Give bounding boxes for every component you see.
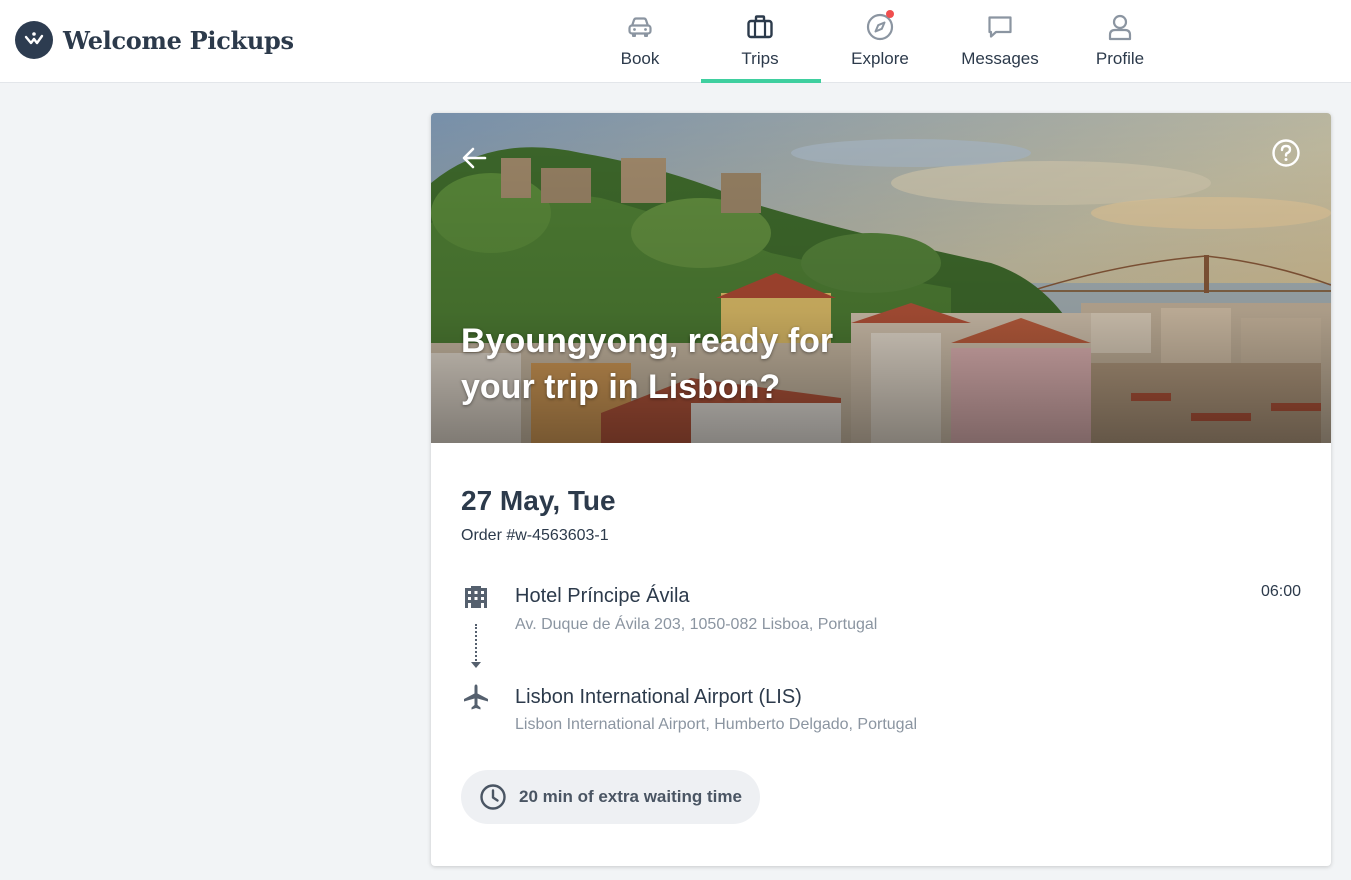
- notification-dot: [886, 10, 894, 18]
- main-nav: Book Trips Explore Messages Profile: [580, 0, 1180, 83]
- waiting-time-text: 20 min of extra waiting time: [519, 787, 742, 806]
- dropoff-name: Lisbon International Airport (LIS): [515, 686, 802, 708]
- order-number: Order #w-4563603-1: [461, 527, 609, 544]
- nav-label-messages: Messages: [961, 49, 1039, 68]
- chat-icon: [983, 10, 1017, 44]
- nav-item-messages[interactable]: Messages: [940, 0, 1060, 83]
- trip-date: 27 May, Tue: [461, 485, 616, 516]
- airplane-icon: [461, 682, 491, 712]
- help-icon[interactable]: [1271, 138, 1301, 168]
- welcome-pickups-logo-icon: [15, 21, 53, 59]
- pickup-time: 06:00: [1260, 583, 1301, 600]
- nav-item-explore[interactable]: Explore: [820, 0, 940, 83]
- route-connector: [475, 624, 477, 664]
- nav-item-trips[interactable]: Trips: [700, 0, 821, 83]
- nav-label-profile: Profile: [1095, 49, 1145, 68]
- user-icon: [1103, 10, 1137, 44]
- brand-name: Welcome Pickups: [63, 25, 294, 55]
- nav-label-explore: Explore: [851, 49, 909, 68]
- building-icon: [461, 583, 491, 613]
- car-icon: [623, 10, 657, 44]
- hero-banner: Byoungyong, ready for your trip in Lisbo…: [431, 113, 1331, 443]
- hero-title: Byoungyong, ready for your trip in Lisbo…: [461, 322, 834, 406]
- compass-icon: [863, 10, 897, 44]
- trip-card: Byoungyong, ready for your trip in Lisbo…: [431, 113, 1331, 866]
- briefcase-icon: [743, 10, 777, 44]
- nav-label-trips: Trips: [741, 49, 779, 68]
- dropoff-address: Lisbon International Airport, Humberto D…: [515, 716, 918, 733]
- waiting-time-badge: 20 min of extra waiting time: [461, 770, 760, 824]
- pickup-address: Av. Duque de Ávila 203, 1050-082 Lisboa,…: [515, 616, 878, 633]
- brand[interactable]: Welcome Pickups: [15, 21, 294, 59]
- nav-item-profile[interactable]: Profile: [1060, 0, 1180, 83]
- nav-item-book[interactable]: Book: [580, 0, 700, 83]
- route-arrow: [471, 662, 481, 668]
- pickup-name: Hotel Príncipe Ávila: [515, 585, 690, 607]
- nav-label-book: Book: [620, 49, 660, 68]
- back-arrow-icon[interactable]: [459, 143, 491, 173]
- clock-icon: [480, 784, 506, 810]
- top-header: Welcome Pickups Book Trips Explore Messa…: [0, 0, 1351, 83]
